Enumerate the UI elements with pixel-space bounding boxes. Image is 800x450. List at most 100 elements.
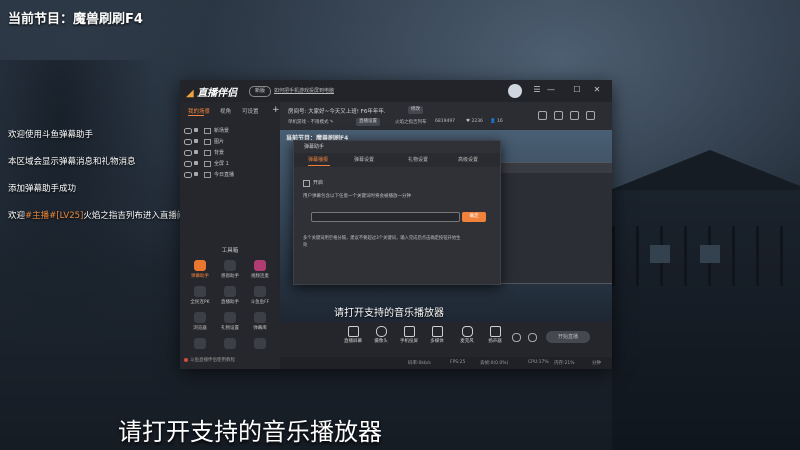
- tool-label: 斗鱼鱼FF: [250, 300, 270, 305]
- notice-link[interactable]: 如何把手机游戏投屏到电脑: [274, 87, 334, 94]
- app-logo: ◢ 直播伴侣: [186, 88, 238, 99]
- source-label: 背景: [214, 150, 225, 156]
- gift-icon: [224, 312, 236, 323]
- pk-icon: [194, 286, 206, 297]
- camera-button[interactable]: 摄像头: [368, 326, 394, 350]
- confirm-button[interactable]: 确定: [462, 212, 486, 222]
- background-window: [650, 245, 670, 263]
- tab-settings[interactable]: 可设置: [242, 107, 259, 115]
- tab-advanced-settings[interactable]: 高级设置: [458, 156, 478, 163]
- microphone-button[interactable]: 麦克风: [454, 326, 480, 350]
- avatar[interactable]: [508, 84, 522, 98]
- keyword-input[interactable]: [311, 212, 460, 222]
- room-title: 房间号: 大家好~今天又上班! F6年年年.: [288, 109, 386, 115]
- start-live-button[interactable]: 开始直播: [546, 331, 590, 343]
- share-icon[interactable]: [586, 111, 595, 120]
- screen-capture-button[interactable]: 直播屏幕: [340, 326, 366, 350]
- tutorial-link[interactable]: 斗鱼直播伴侣使用教程: [184, 357, 235, 363]
- source-row[interactable]: 全屏 1: [184, 159, 278, 169]
- background-window: [700, 245, 720, 263]
- danmu-assistant-dialog: 弹幕助手 弹幕播报 弹幕设置 礼物设置 高级设置 开启 用户弹幕包含以下任意一个…: [293, 140, 501, 285]
- eye-icon[interactable]: [184, 128, 192, 134]
- status-fps: FPS:25: [450, 360, 466, 365]
- tool-extra[interactable]: [215, 338, 245, 352]
- maximize-icon[interactable]: ☐: [572, 85, 582, 95]
- camera-icon: [376, 326, 387, 337]
- tab-gift-settings[interactable]: 礼物设置: [408, 156, 428, 163]
- heat-count: ♥ 2236: [466, 119, 483, 124]
- minimize-icon[interactable]: —: [546, 85, 556, 95]
- subtitle-caption: 请打开支持的音乐播放器: [118, 418, 382, 446]
- screenshot-icon[interactable]: [538, 111, 547, 120]
- tool-video-link[interactable]: 视频连麦: [245, 260, 275, 284]
- tab-view[interactable]: 视角: [220, 107, 231, 115]
- record-icon[interactable]: [554, 111, 563, 120]
- live-settings-button[interactable]: 直播设置: [356, 118, 380, 126]
- category-text[interactable]: 单机游戏 - 不限模式 ✎: [288, 119, 334, 125]
- tool-danmu-library[interactable]: 弹幕库: [245, 312, 275, 336]
- tool-extra[interactable]: [245, 338, 275, 352]
- tab-danmu-broadcast[interactable]: 弹幕播报: [308, 156, 328, 163]
- title-bar: ◢ 直播伴侣 新版 如何把手机游戏投屏到电脑 ☰ — ☐ ✕: [180, 80, 612, 102]
- left-panel: 我的场景 视角 可设置 + 新场景 图片 背景 全屏 1 今日直播 工具箱 弹幕…: [180, 102, 280, 369]
- tool-label: 视频连麦: [251, 274, 269, 279]
- tool-thanks-assistant[interactable]: 感恩助手: [215, 260, 245, 284]
- enable-checkbox[interactable]: [303, 180, 310, 187]
- media-icon: [432, 326, 443, 337]
- source-row[interactable]: 新场景: [184, 126, 278, 136]
- source-row[interactable]: 图片: [184, 137, 278, 147]
- tool-fish-ff[interactable]: 斗鱼鱼FF: [245, 286, 275, 310]
- source-label: 今日直播: [214, 172, 235, 178]
- tab-danmu-settings[interactable]: 弹幕设置: [354, 156, 374, 163]
- close-icon[interactable]: ✕: [592, 85, 602, 95]
- stream-info-bar: 房间号: 大家好~今天又上班! F6年年年. 修改 单机游戏 - 不限模式 ✎ …: [280, 102, 612, 130]
- edit-room-button[interactable]: 修改: [408, 106, 423, 114]
- fish-icon: [254, 286, 266, 297]
- status-memory: 内存:21%: [554, 361, 575, 366]
- version-pill-button[interactable]: 新版: [249, 86, 271, 97]
- welcome-prefix: 欢迎: [8, 211, 26, 221]
- tool-danmu-assistant[interactable]: 弹幕助手: [185, 260, 215, 284]
- multimedia-button[interactable]: 多媒体: [424, 326, 450, 350]
- add-scene-button[interactable]: +: [272, 105, 280, 115]
- tool-browser[interactable]: 浏览器: [185, 312, 215, 336]
- program-title: 当前节目：魔兽刷刷F4: [8, 12, 143, 27]
- gear-icon[interactable]: [528, 333, 537, 342]
- source-label: 全屏 1: [214, 161, 229, 167]
- menu-icon[interactable]: ☰: [532, 85, 542, 95]
- lock-icon[interactable]: [194, 139, 198, 143]
- source-row[interactable]: 今日直播: [184, 170, 278, 180]
- active-tab-underline: [308, 165, 330, 166]
- welcome-user-level: #主播#[LV25]: [25, 211, 84, 221]
- speaker-button[interactable]: 扬声器: [482, 326, 508, 350]
- eye-icon[interactable]: [184, 150, 192, 156]
- lock-icon[interactable]: [194, 172, 198, 176]
- chat-message: 本区域会显示弹幕消息和礼物消息: [8, 157, 136, 167]
- lock-icon[interactable]: [194, 161, 198, 165]
- source-row[interactable]: 背景: [184, 148, 278, 158]
- status-dropped: 丢帧:0(0.0%): [480, 361, 509, 366]
- tool-pk[interactable]: 全民连PK: [185, 286, 215, 310]
- tool-extra[interactable]: [185, 338, 215, 352]
- eye-icon[interactable]: [184, 139, 192, 145]
- settings-icon[interactable]: [570, 111, 579, 120]
- microphone-label: 麦克风: [460, 339, 474, 344]
- eye-icon[interactable]: [184, 161, 192, 167]
- eye-icon[interactable]: [184, 172, 192, 178]
- dialog-tabs: 弹幕播报 弹幕设置 礼物设置 高级设置: [294, 153, 500, 167]
- tab-my-scenes[interactable]: 我的场景: [188, 107, 210, 115]
- tool-gift-settings[interactable]: 礼物设置: [215, 312, 245, 336]
- bottom-toolbar: 直播屏幕 摄像头 手机投屏 多媒体 麦克风 扬声器 开始直播: [280, 322, 612, 357]
- phone-icon: [404, 326, 415, 337]
- tool-live-assistant[interactable]: 直播助手: [215, 286, 245, 310]
- keyword-description: 用户弹幕包含以下任意一个关键词时将会被播放一分钟: [303, 194, 411, 199]
- tool-label: 弹幕助手: [191, 274, 209, 279]
- source-type-icon: [204, 150, 211, 156]
- viewer-count: 👤 16: [490, 119, 503, 124]
- record-icon[interactable]: [512, 333, 521, 342]
- toolbox-title: 工具箱: [221, 248, 239, 254]
- phone-cast-button[interactable]: 手机投屏: [396, 326, 422, 350]
- speaker-icon: [490, 326, 501, 337]
- lock-icon[interactable]: [194, 128, 198, 132]
- lock-icon[interactable]: [194, 150, 198, 154]
